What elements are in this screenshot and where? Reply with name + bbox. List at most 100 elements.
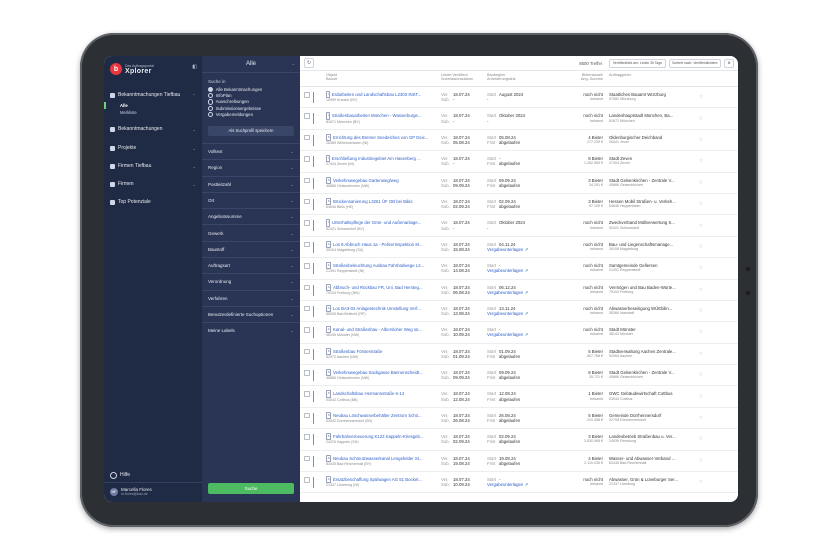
table-row[interactable]: ⋯ S Verkehrswegebau Sackgasse Bannenscheid… (300, 365, 738, 387)
table-row[interactable]: ⋯ S Verkehrswegebau Gartenweg/weg 45886 Gel… (300, 173, 738, 194)
row-checkbox[interactable] (304, 113, 310, 119)
filter-field-11[interactable]: Meine Labels ⌄ (202, 322, 300, 338)
row-title-link[interactable]: A Los BA3-02 Anlagentechnik Umstellung Ve… (326, 304, 441, 313)
favorite-star-icon[interactable]: ☆ (696, 429, 706, 449)
favorite-star-icon[interactable]: ☆ (696, 87, 706, 107)
row-frist[interactable]: Vergabeunterlagen ↗ (487, 290, 528, 295)
row-checkbox[interactable] (304, 327, 310, 333)
row-actions-icon[interactable]: ⋯ (316, 199, 320, 203)
published-filter-button[interactable]: Veröffentlicht am: Letzte 30 Tage (609, 58, 666, 68)
row-title-link[interactable]: S Landschaftsbau Hermannstraße 6-14 (326, 390, 441, 398)
filter-field-6[interactable]: Baustoff ⌄ (202, 240, 300, 257)
header-submission[interactable]: Submissionsdatum (441, 77, 487, 81)
row-checkbox[interactable] (304, 370, 310, 376)
row-title-link[interactable]: I Erschließung Industriegebiet Am Hasenbe… (326, 155, 441, 163)
row-actions-icon[interactable]: ⋯ (316, 92, 320, 96)
header-anforderungslink[interactable]: Anforderungslink (487, 77, 563, 81)
filter-field-8[interactable]: Verordnung ⌄ (202, 273, 300, 289)
user-profile[interactable]: MF Marcella Flores m.flores@bau.de (104, 482, 202, 502)
row-title-link[interactable]: I Erdarbeiten und Landschaftsbau L2303 IN… (326, 90, 441, 99)
nav-firmen-tiefbau[interactable]: Firmen Tiefbau ⌄ (104, 159, 202, 173)
row-checkbox[interactable] (304, 220, 310, 226)
nav-projekte[interactable]: Projekte ⌄ (104, 141, 202, 155)
favorite-star-icon[interactable]: ☆ (696, 173, 706, 193)
favorite-star-icon[interactable]: ☆ (696, 451, 706, 471)
row-checkbox[interactable] (304, 391, 310, 397)
search-button[interactable]: Suche (208, 483, 294, 494)
refresh-icon[interactable]: ↻ (304, 58, 314, 68)
table-row[interactable]: ⋯ A Straßenbeleuchtung Ausbau Fahrbüdwege … (300, 258, 738, 280)
row-actions-icon[interactable]: ⋯ (316, 434, 320, 438)
settings-icon[interactable]: ⚙ (723, 58, 734, 68)
header-bauort[interactable]: Bauort (326, 77, 441, 81)
favorite-star-icon[interactable]: ☆ (696, 344, 706, 364)
filter-field-2[interactable]: Postleitzahl ⌄ (202, 175, 300, 192)
favorite-star-icon[interactable]: ☆ (696, 108, 706, 128)
favorite-star-icon[interactable]: ☆ (696, 301, 706, 321)
help-link[interactable]: Hilfe (104, 468, 202, 482)
favorite-star-icon[interactable]: ☆ (696, 130, 706, 150)
row-actions-icon[interactable]: ⋯ (316, 413, 320, 417)
row-title-link[interactable]: S Neubau Löschwasserbehälter Zentrum Schö… (326, 411, 441, 420)
row-actions-icon[interactable]: ⋯ (316, 456, 320, 460)
table-row[interactable]: ⋯ I Unterhaltspflege der Grün- und Außenan… (300, 215, 738, 237)
row-checkbox[interactable] (304, 92, 310, 98)
row-actions-icon[interactable]: ⋯ (316, 178, 320, 182)
row-title-link[interactable]: A Kanal- und Straßenbau - Albersloher Weg… (326, 326, 441, 334)
row-title-link[interactable]: A Ersatzbeschaffung Spülwagen AG 51 Bocke… (326, 476, 441, 484)
app-logo[interactable]: b Das Auftragsportal Xplorer (104, 56, 202, 82)
row-checkbox[interactable] (304, 305, 310, 312)
nav-bekanntmachungen[interactable]: Bekanntmachungen ⌄ (104, 122, 202, 136)
row-checkbox[interactable] (304, 241, 310, 248)
table-row[interactable]: ⋯ A Ersatzbeschaffung Spülwagen AG 51 Bock… (300, 472, 738, 494)
favorite-star-icon[interactable]: ☆ (696, 472, 706, 492)
filter-field-5[interactable]: Gewerk ⌄ (202, 224, 300, 240)
filter-field-10[interactable]: Benutzerdefinierte Suchoptionen ⌄ (202, 305, 300, 322)
favorite-star-icon[interactable]: ☆ (696, 258, 706, 278)
sort-button[interactable]: Sortiert nach: Veröffentlichtem (668, 58, 721, 68)
row-title-link[interactable]: I Unterhaltspflege der Grün- und Außenanl… (326, 219, 441, 227)
header-auftraggeber[interactable]: Auftraggeber (609, 73, 696, 77)
row-frist[interactable]: Vergabeunterlagen ↗ (487, 332, 528, 337)
row-frist[interactable]: Vergabeunterlagen ↗ (487, 247, 528, 252)
collapse-sidebar-icon[interactable]: ◧ (192, 64, 197, 70)
table-row[interactable]: ⋯ S Errichtung des Bremer Seedeiches von G… (300, 130, 738, 152)
row-actions-icon[interactable]: ⋯ (316, 477, 320, 481)
row-title-link[interactable]: A Los 8 Abbruch Haus 1a - PelizerInspekti… (326, 240, 441, 248)
row-frist[interactable]: Vergabeunterlagen ↗ (487, 268, 528, 273)
table-row[interactable]: ⋯ A Los 8 Abbruch Haus 1a - PelizerInspekt… (300, 237, 738, 259)
nav-top-potenziale[interactable]: Top Potenziale (104, 195, 202, 209)
favorite-star-icon[interactable]: ☆ (696, 408, 706, 428)
row-title-link[interactable]: S Brückensanierung L3261 ÜF OB bei Bibis (326, 197, 441, 206)
header-ang-summe[interactable]: Ang.-Summe (563, 77, 603, 81)
row-checkbox[interactable] (304, 263, 310, 269)
row-checkbox[interactable] (304, 412, 310, 419)
close-filter-icon[interactable]: ⌄ (292, 61, 295, 66)
row-checkbox[interactable] (304, 477, 310, 483)
favorite-star-icon[interactable]: ☆ (696, 194, 706, 214)
row-frist[interactable]: Vergabeunterlagen ↗ (487, 482, 528, 487)
table-row[interactable]: ⋯ I Erdarbeiten und Landschaftsbau L2303 I… (300, 87, 738, 109)
table-row[interactable]: ⋯ S Fahrbahnerneuerung K123 Kappeln-Kriesg… (300, 429, 738, 451)
row-title-link[interactable]: S Verkehrswegebau Sackgasse Bannenscheidt… (326, 369, 441, 377)
row-actions-icon[interactable]: ⋯ (316, 263, 320, 267)
row-actions-icon[interactable]: ⋯ (316, 306, 320, 310)
nav-firmen[interactable]: Firmen ⌄ (104, 177, 202, 191)
favorite-star-icon[interactable]: ☆ (696, 365, 706, 385)
nav-bekanntmachungen-tiefbau[interactable]: Bekanntmachungen Tiefbau ⌃ (104, 88, 202, 102)
filter-field-3[interactable]: Ort ⌄ (202, 191, 300, 208)
table-row[interactable]: ⋯ S Neubau Schmutzwasserkanal Lengefelder … (300, 451, 738, 473)
nav-sub-alle[interactable]: Alle (104, 102, 202, 109)
table-row[interactable]: ⋯ S Neubau Löschwasserbehälter Zentrum Sch… (300, 408, 738, 430)
table-row[interactable]: ⋯ A Los BA3-02 Anlagentechnik Umstellung V… (300, 301, 738, 323)
filter-field-7[interactable]: Auftragsart ⌄ (202, 257, 300, 273)
table-row[interactable]: ⋯ I Straßenbauarbeiten München - Wasserbur… (300, 108, 738, 130)
row-title-link[interactable]: S Straßenbau Försterstraße (326, 347, 441, 355)
row-actions-icon[interactable]: ⋯ (316, 242, 320, 246)
row-title-link[interactable]: I Straßenbauarbeiten München - Wasserburg… (326, 112, 441, 120)
favorite-star-icon[interactable]: ☆ (696, 322, 706, 342)
favorite-star-icon[interactable]: ☆ (696, 386, 706, 406)
row-actions-icon[interactable]: ⋯ (316, 349, 320, 353)
row-actions-icon[interactable]: ⋯ (316, 391, 320, 395)
row-checkbox[interactable] (304, 134, 310, 141)
